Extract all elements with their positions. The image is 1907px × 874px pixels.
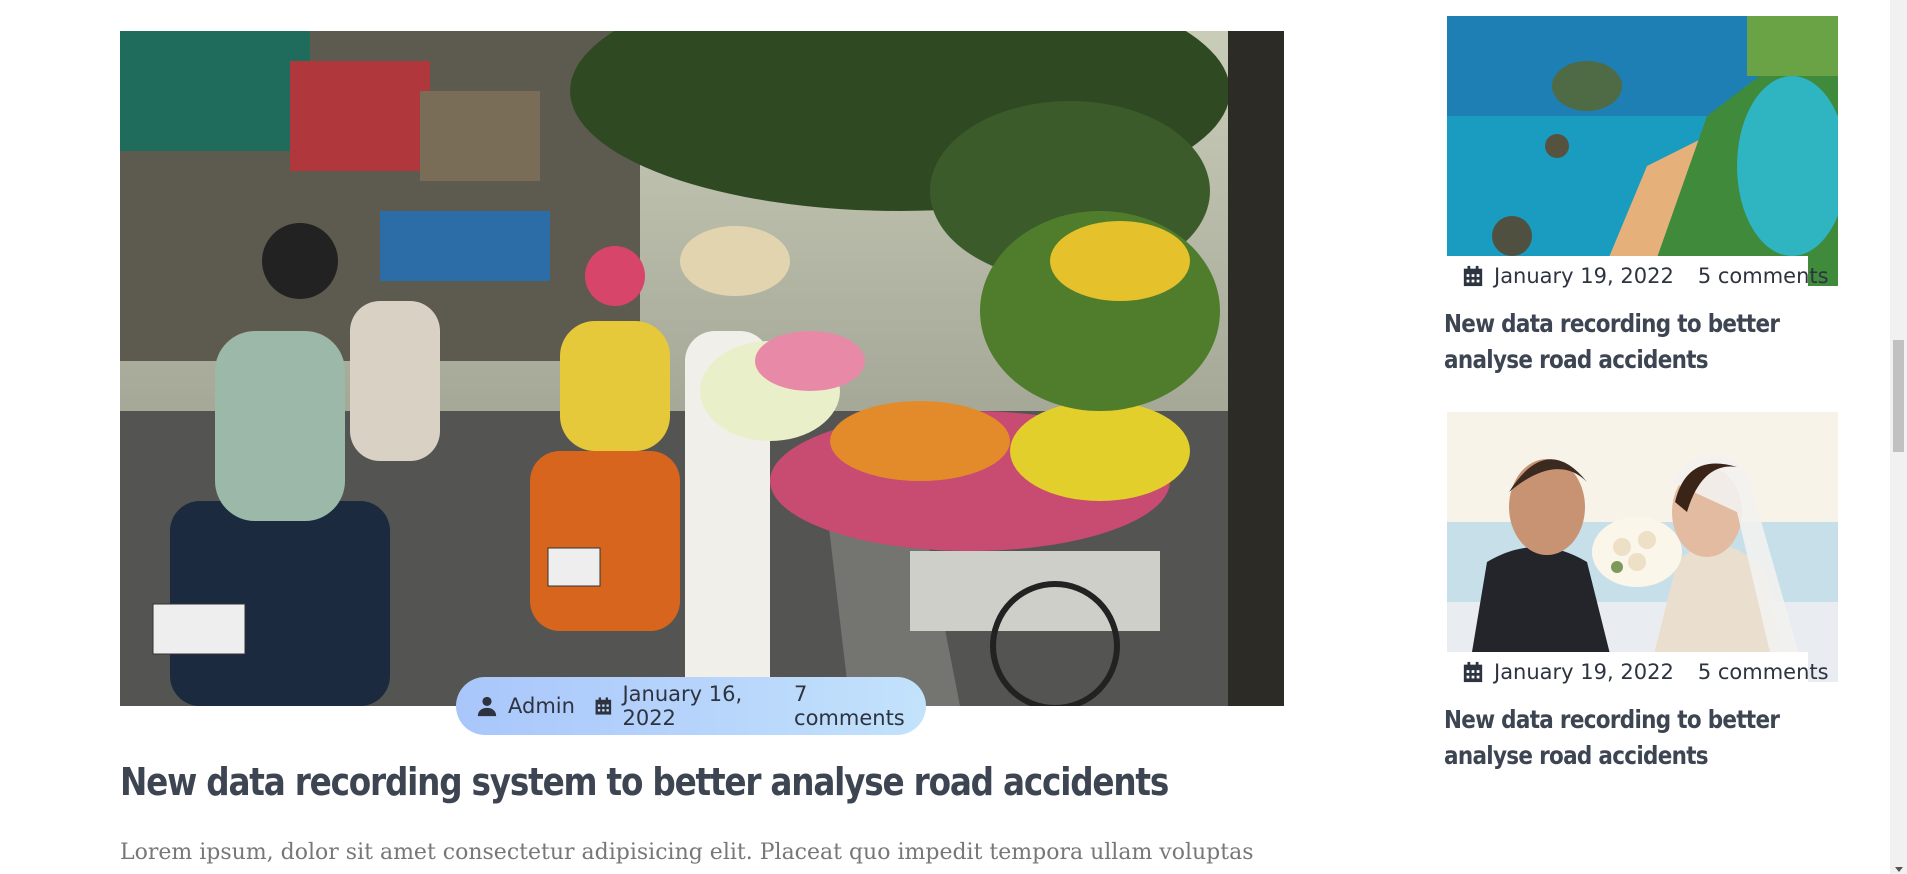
calendar-icon — [595, 697, 611, 715]
sidebar-post-title[interactable]: New data recording to better analyse roa… — [1444, 702, 1848, 774]
post-excerpt: Lorem ipsum, dolor sit amet consectetur … — [120, 840, 1254, 865]
sidebar-post-comments[interactable]: 5 comments — [1698, 264, 1829, 288]
post-title[interactable]: New data recording system to better anal… — [120, 760, 1169, 804]
sidebar-post-meta: January 19, 2022 5 comments — [1444, 256, 1864, 296]
sidebar-post-card: January 19, 2022 5 comments New data rec… — [1444, 412, 1864, 774]
street-scene-image — [120, 31, 1284, 706]
sidebar-post-comments[interactable]: 5 comments — [1698, 660, 1829, 684]
calendar-icon — [1463, 661, 1483, 683]
sidebar-post-title[interactable]: New data recording to better analyse roa… — [1444, 306, 1848, 378]
user-icon — [477, 696, 497, 717]
post-featured-image[interactable] — [120, 31, 1284, 706]
calendar-icon — [1463, 265, 1483, 287]
post-date: January 16, 2022 — [594, 682, 775, 730]
wedding-couple-image — [1447, 412, 1838, 682]
post-author[interactable]: Admin — [476, 694, 575, 718]
post-author-name: Admin — [508, 694, 575, 718]
sidebar-post-date: January 19, 2022 — [1494, 660, 1674, 684]
sidebar-post-card: January 19, 2022 5 comments New data rec… — [1444, 16, 1864, 378]
post-comments-link[interactable]: 7 comments — [794, 682, 906, 730]
post-date-text: January 16, 2022 — [622, 682, 743, 730]
sidebar-post-date: January 19, 2022 — [1494, 264, 1674, 288]
sidebar-post-meta: January 19, 2022 5 comments — [1444, 652, 1864, 692]
page-scrollbar[interactable] — [1890, 0, 1907, 874]
scroll-down-arrow-icon[interactable] — [1895, 867, 1903, 872]
beach-image — [1447, 16, 1838, 286]
post-meta-bar: Admin January 16, 2022 7 comments — [456, 677, 926, 735]
sidebar-post-thumbnail[interactable] — [1447, 16, 1838, 286]
sidebar-post-thumbnail[interactable] — [1447, 412, 1838, 682]
scrollbar-thumb[interactable] — [1893, 340, 1904, 452]
